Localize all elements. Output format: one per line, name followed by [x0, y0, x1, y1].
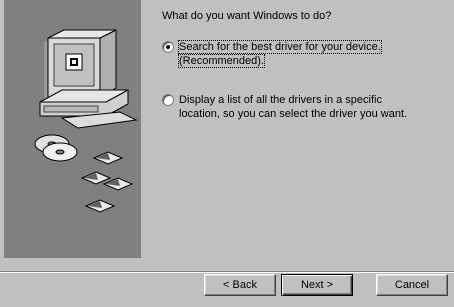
cancel-button[interactable]: Cancel	[376, 274, 448, 296]
option-search-line1: Search for the best driver for your devi…	[178, 40, 382, 54]
option-search-label[interactable]: Search for the best driver for your devi…	[178, 40, 444, 68]
floppy-disk-icon	[80, 151, 134, 213]
option-display-line1: Display a list of all the drivers in a s…	[179, 94, 382, 106]
option-display-line2: location, so you can select the driver y…	[179, 108, 408, 120]
wizard-question: What do you want Windows to do?	[162, 10, 332, 22]
next-button[interactable]: Next >	[281, 274, 353, 296]
back-button[interactable]: < Back	[204, 274, 276, 296]
wizard-side-panel	[4, 0, 141, 258]
radio-search-driver[interactable]	[162, 41, 174, 53]
radio-display-list[interactable]	[162, 94, 174, 106]
separator-highlight	[0, 272, 454, 273]
option-search-line2: (Recommended).	[178, 54, 265, 68]
option-display-label[interactable]: Display a list of all the drivers in a s…	[179, 93, 444, 121]
